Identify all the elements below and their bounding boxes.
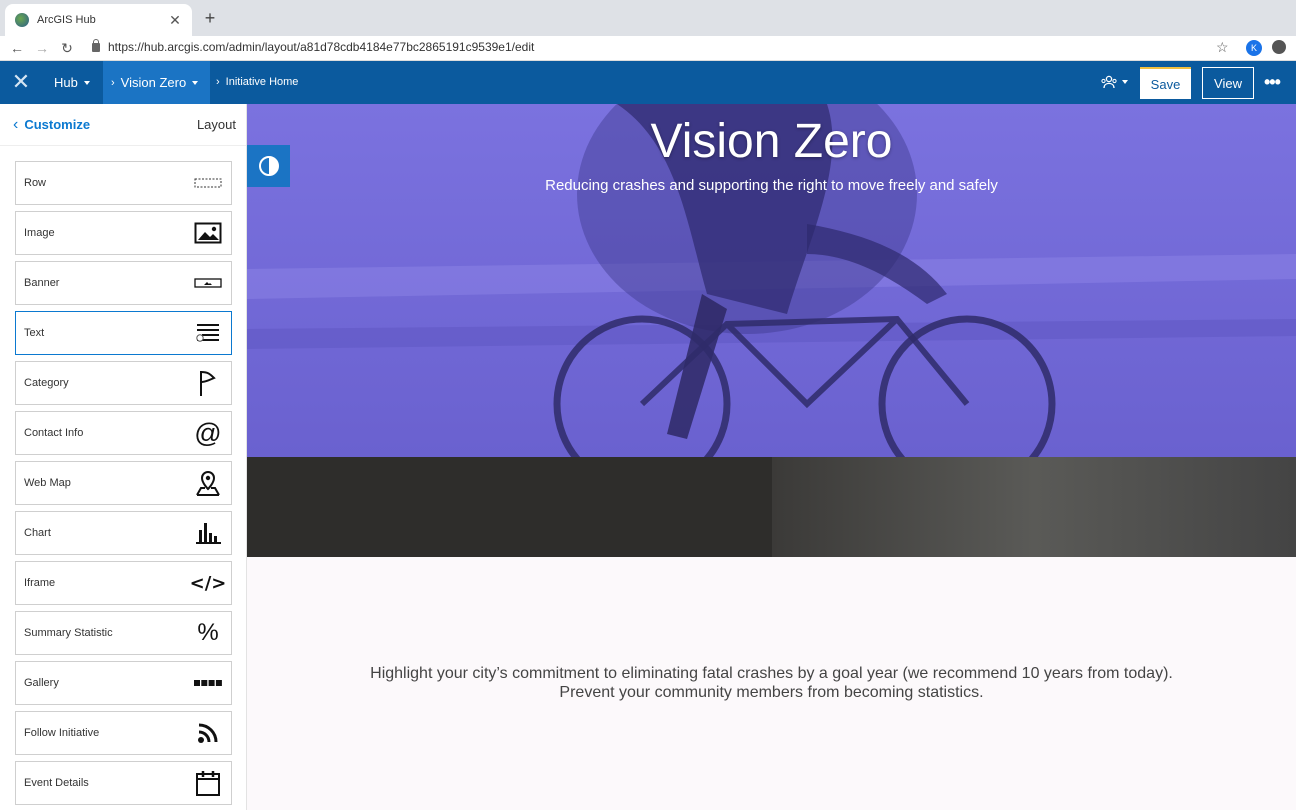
flag-icon: [193, 369, 223, 397]
browser-address-bar: ← → ↻ https://hub.arcgis.com/admin/layou…: [0, 36, 1296, 61]
page-label: Initiative Home: [225, 76, 299, 88]
card-chart[interactable]: Chart: [15, 511, 232, 555]
card-label: Event Details: [24, 777, 89, 789]
card-iframe[interactable]: Iframe </>: [15, 561, 232, 605]
card-label: Follow Initiative: [24, 727, 100, 739]
card-label: Banner: [24, 277, 60, 289]
layout-sidebar: ‹ Customize Layout Row Image Banner Text: [0, 104, 247, 810]
percent-icon: %: [197, 619, 219, 646]
url-text: https://hub.arcgis.com/admin/layout/a81d…: [108, 40, 535, 54]
blurred-image-panel: [772, 457, 1296, 557]
card-label: Chart: [24, 527, 51, 539]
card-label: Contact Info: [24, 427, 84, 439]
chevron-right-icon: ›: [216, 76, 220, 88]
contrast-icon: [258, 156, 279, 176]
bar-chart-icon: [193, 519, 223, 547]
card-label: Row: [24, 177, 47, 189]
hero-subtitle: Reducing crashes and supporting the righ…: [545, 177, 998, 194]
forward-arrow-icon[interactable]: →: [33, 39, 51, 57]
browser-tab[interactable]: ArcGIS Hub ✕: [5, 4, 192, 36]
card-category[interactable]: Category: [15, 361, 232, 405]
hero-title: Vision Zero: [650, 115, 893, 168]
save-button[interactable]: Save: [1140, 67, 1191, 99]
chevron-right-icon: ›: [111, 76, 115, 89]
sidebar-header: ‹ Customize Layout: [0, 104, 246, 146]
extension-icon[interactable]: [1272, 40, 1286, 54]
gallery-icon: [193, 669, 223, 697]
card-banner[interactable]: Banner: [15, 261, 232, 305]
url-field[interactable]: https://hub.arcgis.com/admin/layout/a81d…: [92, 38, 535, 54]
chevron-left-icon: ‹: [13, 115, 19, 133]
card-summary-statistic[interactable]: Summary Statistic %: [15, 611, 232, 655]
card-label: Summary Statistic: [24, 627, 113, 639]
lock-icon: [92, 38, 100, 52]
browser-tab-bar: ArcGIS Hub ✕ +: [0, 0, 1296, 36]
people-icon: [1101, 75, 1117, 89]
customize-back-link[interactable]: ‹ Customize: [13, 116, 90, 134]
map-pin-icon: [193, 469, 223, 497]
sidebar-title: Layout: [196, 117, 236, 132]
bookmark-star-icon[interactable]: ☆: [1216, 39, 1229, 56]
card-gallery[interactable]: Gallery: [15, 661, 232, 705]
banner-icon: [193, 269, 223, 297]
dark-image-panel: [247, 457, 772, 557]
new-tab-icon[interactable]: +: [201, 8, 219, 28]
site-menu[interactable]: › Vision Zero: [103, 61, 210, 104]
text-icon: [193, 319, 223, 347]
card-label: Text: [24, 327, 45, 339]
hub-label: Hub: [54, 75, 78, 90]
calendar-icon: [193, 769, 223, 797]
hub-menu[interactable]: Hub: [54, 75, 90, 90]
card-follow-initiative[interactable]: Follow Initiative: [15, 711, 232, 755]
chevron-down-icon: [192, 80, 199, 85]
page-breadcrumb[interactable]: › Initiative Home: [216, 76, 298, 88]
body-line-2: Prevent your community members from beco…: [559, 684, 984, 701]
card-list: Row Image Banner Text Category Contact I…: [15, 161, 232, 811]
sharing-menu[interactable]: [1101, 75, 1128, 89]
text-section[interactable]: Highlight your city’s commitment to elim…: [247, 557, 1296, 810]
reload-icon[interactable]: ↻: [58, 39, 76, 57]
more-options-icon[interactable]: •••: [1264, 72, 1281, 93]
card-label: Image: [24, 227, 55, 239]
close-tab-icon[interactable]: ✕: [168, 12, 182, 29]
hero-banner[interactable]: Vision Zero Reducing crashes and support…: [247, 104, 1296, 457]
card-event-details[interactable]: Event Details: [15, 761, 232, 805]
card-label: Category: [24, 377, 69, 389]
chevron-down-icon: [1122, 80, 1128, 84]
image-icon: [193, 219, 223, 247]
body-line-1: Highlight your city’s commitment to elim…: [370, 665, 1173, 682]
card-label: Gallery: [24, 677, 59, 689]
card-label: Iframe: [24, 577, 56, 589]
rss-icon: [193, 719, 223, 747]
view-button[interactable]: View: [1202, 67, 1254, 99]
card-image[interactable]: Image: [15, 211, 232, 255]
card-row[interactable]: Row: [15, 161, 232, 205]
card-label: Web Map: [24, 477, 71, 489]
site-label: Vision Zero: [120, 75, 187, 90]
card-web-map[interactable]: Web Map: [15, 461, 232, 505]
card-text[interactable]: Text: [15, 311, 232, 355]
body-text: Highlight your city’s commitment to elim…: [247, 664, 1296, 702]
customize-label: Customize: [24, 117, 91, 132]
row-icon: [193, 169, 223, 197]
at-icon: @: [194, 417, 222, 448]
chevron-down-icon: [83, 80, 90, 85]
tab-title: ArcGIS Hub: [37, 14, 96, 26]
contrast-toggle-button[interactable]: [247, 145, 290, 187]
close-editor-icon[interactable]: ✕: [10, 71, 32, 93]
profile-avatar[interactable]: K: [1246, 40, 1262, 56]
code-icon: </>: [189, 572, 227, 594]
app-header: ✕ Hub › Vision Zero › Initiative Home Sa…: [0, 61, 1296, 104]
arcgis-favicon-icon: [15, 13, 29, 27]
card-contact-info[interactable]: Contact Info @: [15, 411, 232, 455]
back-arrow-icon[interactable]: ←: [8, 39, 26, 57]
